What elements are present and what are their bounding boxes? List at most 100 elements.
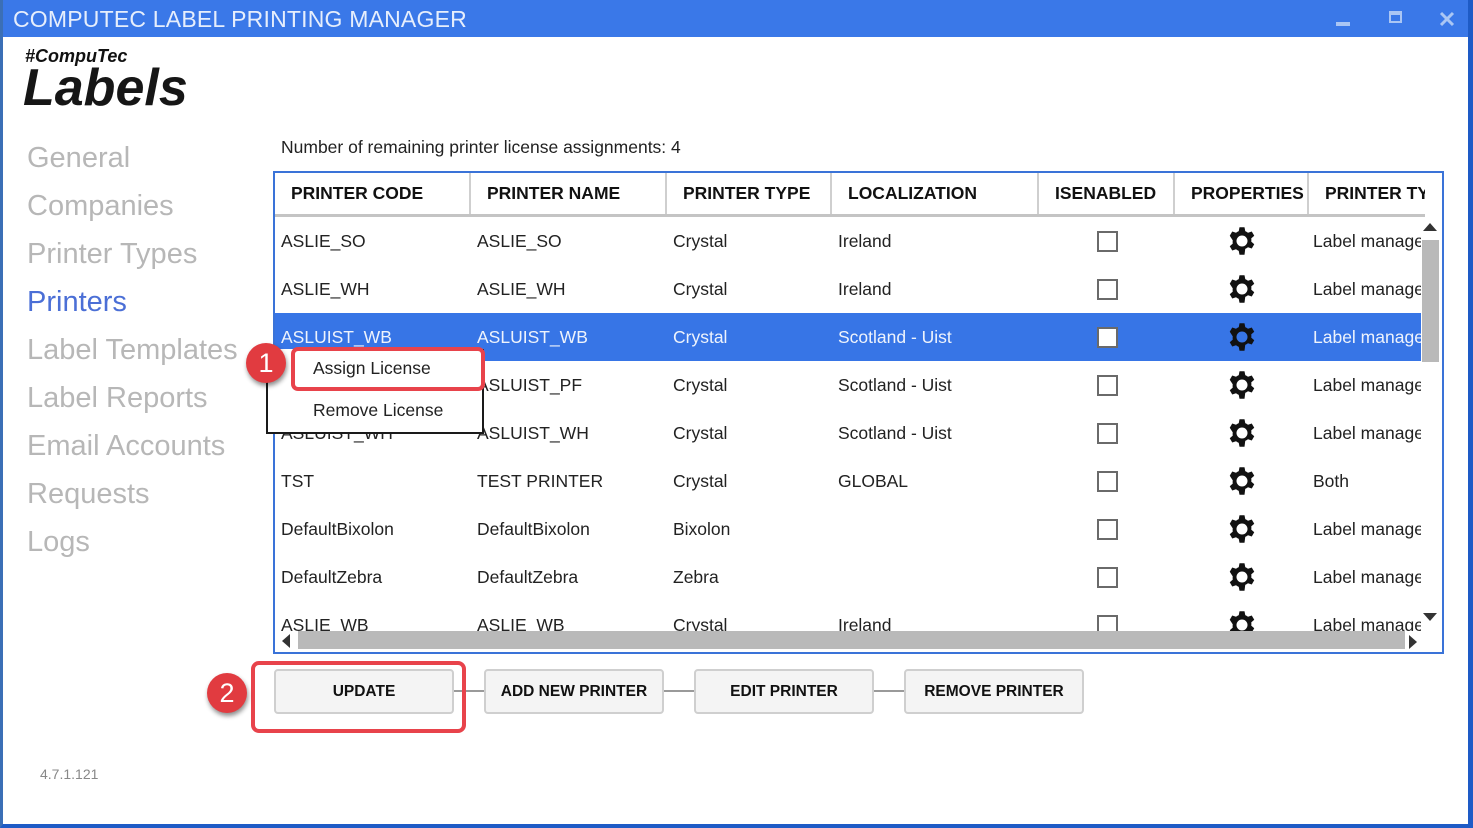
cell-properties — [1175, 553, 1309, 601]
cell-properties — [1175, 217, 1309, 265]
cell-printer-ty: Label manage — [1313, 423, 1421, 443]
sidebar-item-printer-types[interactable]: Printer Types — [27, 234, 238, 282]
isenabled-checkbox[interactable] — [1096, 614, 1118, 631]
table-row[interactable]: ASLIE_SO ASLIE_SO Crystal Ireland Label mana… — [275, 217, 1421, 265]
step-badge-2: 2 — [207, 673, 247, 713]
sidebar-item-requests[interactable]: Requests — [27, 474, 238, 522]
cell-localization: Scotland - Uist — [838, 327, 952, 347]
horizontal-scrollbar[interactable] — [275, 631, 1421, 650]
sidebar-item-email-accounts[interactable]: Email Accounts — [27, 426, 238, 474]
cell-properties — [1175, 457, 1309, 505]
gear-icon[interactable] — [1227, 562, 1257, 592]
button-connector — [454, 690, 484, 692]
menu-item-remove-license[interactable]: Remove License — [313, 400, 443, 421]
table-row[interactable]: TST TEST PRINTER Crystal GLOBAL Both — [275, 457, 1421, 505]
sidebar-item-label-templates[interactable]: Label Templates — [27, 330, 238, 378]
step-badge-1: 1 — [246, 343, 286, 383]
cell-printer-name: DefaultZebra — [477, 567, 579, 587]
cell-printer-type: Crystal — [673, 279, 728, 299]
table-row[interactable]: DefaultZebra DefaultZebra Zebra Label manag… — [275, 553, 1421, 601]
cell-isenabled — [1039, 601, 1175, 631]
cell-printer-name: ASLUIST_WB — [477, 327, 588, 347]
isenabled-checkbox[interactable] — [1096, 326, 1118, 348]
scroll-down-icon[interactable] — [1423, 613, 1437, 621]
vertical-scroll-thumb[interactable] — [1422, 240, 1439, 362]
gear-icon[interactable] — [1227, 274, 1257, 304]
maximize-icon — [1388, 10, 1402, 23]
cell-properties — [1175, 409, 1309, 457]
cell-localization: GLOBAL — [838, 471, 909, 491]
cell-printer-name: ASLIE_WH — [477, 279, 566, 299]
cell-printer-type: Crystal — [673, 615, 728, 631]
cell-localization: Ireland — [838, 231, 892, 251]
close-button[interactable] — [1427, 0, 1467, 37]
scroll-left-icon[interactable] — [282, 634, 290, 648]
cell-printer-type: Crystal — [673, 423, 728, 443]
cell-printer-type: Crystal — [673, 231, 728, 251]
horizontal-scroll-thumb[interactable] — [298, 631, 1405, 649]
edit-printer-button[interactable]: EDIT PRINTER — [694, 669, 874, 714]
column-header-printer-code[interactable]: PRINTER CODE — [275, 173, 471, 214]
cell-localization: Scotland - Uist — [838, 375, 952, 395]
gear-icon[interactable] — [1227, 226, 1257, 256]
vertical-scrollbar[interactable] — [1421, 223, 1440, 623]
add-new-printer-button[interactable]: ADD NEW PRINTER — [484, 669, 664, 714]
license-info: Number of remaining printer license assi… — [281, 137, 681, 157]
gear-icon[interactable] — [1227, 370, 1257, 400]
button-connector — [664, 690, 694, 692]
cell-isenabled — [1039, 265, 1175, 313]
isenabled-checkbox[interactable] — [1096, 278, 1118, 300]
column-header-printer-type[interactable]: PRINTER TYPE — [667, 173, 832, 214]
column-header-properties[interactable]: PROPERTIES — [1175, 173, 1309, 214]
cell-properties — [1175, 265, 1309, 313]
button-connector — [874, 690, 904, 692]
cell-localization: Ireland — [838, 279, 892, 299]
cell-printer-ty: Label manage — [1313, 279, 1421, 299]
column-header-localization[interactable]: LOCALIZATION — [832, 173, 1039, 214]
column-header-isenabled[interactable]: ISENABLED — [1039, 173, 1175, 214]
cell-printer-type: Crystal — [673, 375, 728, 395]
gear-icon[interactable] — [1227, 610, 1257, 631]
column-header-printer-ty[interactable]: PRINTER TY — [1309, 173, 1425, 214]
maximize-button[interactable] — [1375, 0, 1415, 37]
cell-printer-ty: Label manage — [1313, 615, 1421, 631]
cell-isenabled — [1039, 553, 1175, 601]
cell-printer-ty: Label manage — [1313, 519, 1421, 539]
table-row[interactable]: ASLIE_WB ASLIE_WB Crystal Ireland Label mana… — [275, 601, 1421, 631]
cell-localization — [832, 553, 1039, 601]
isenabled-checkbox[interactable] — [1096, 422, 1118, 444]
menu-item-assign-license[interactable]: Assign License — [313, 358, 431, 379]
gear-icon[interactable] — [1227, 466, 1257, 496]
cell-printer-code: ASLIE_WB — [281, 615, 369, 631]
table-row[interactable]: DefaultBixolon DefaultBixolon Bixolon Label… — [275, 505, 1421, 553]
sidebar-item-companies[interactable]: Companies — [27, 186, 238, 234]
cell-printer-type: Bixolon — [673, 519, 731, 539]
cell-printer-name: ASLUIST_PF — [477, 375, 583, 395]
isenabled-checkbox[interactable] — [1096, 566, 1118, 588]
scroll-up-icon[interactable] — [1423, 223, 1437, 231]
sidebar-item-printers[interactable]: Printers — [27, 282, 238, 330]
column-header-printer-name[interactable]: PRINTER NAME — [471, 173, 667, 214]
gear-icon[interactable] — [1227, 322, 1257, 352]
isenabled-checkbox[interactable] — [1096, 518, 1118, 540]
cell-isenabled — [1039, 409, 1175, 457]
title-bar[interactable]: COMPUTEC LABEL PRINTING MANAGER — [3, 0, 1468, 37]
table-row[interactable]: ASLIE_WH ASLIE_WH Crystal Ireland Label mana… — [275, 265, 1421, 313]
sidebar-item-logs[interactable]: Logs — [27, 522, 238, 570]
isenabled-checkbox[interactable] — [1096, 230, 1118, 252]
cell-printer-name: ASLIE_SO — [477, 231, 562, 251]
minimize-button[interactable] — [1323, 0, 1363, 37]
scroll-right-icon[interactable] — [1409, 635, 1417, 649]
cell-printer-ty: Label manage — [1313, 567, 1421, 587]
remove-printer-button[interactable]: REMOVE PRINTER — [904, 669, 1084, 714]
sidebar-item-label-reports[interactable]: Label Reports — [27, 378, 238, 426]
cell-printer-code: ASLIE_SO — [281, 231, 366, 251]
sidebar-item-general[interactable]: General — [27, 138, 238, 186]
cell-printer-ty: Label manage — [1313, 327, 1421, 347]
update-button[interactable]: UPDATE — [274, 669, 454, 714]
gear-icon[interactable] — [1227, 514, 1257, 544]
gear-icon[interactable] — [1227, 418, 1257, 448]
isenabled-checkbox[interactable] — [1096, 374, 1118, 396]
close-icon — [1439, 11, 1455, 26]
isenabled-checkbox[interactable] — [1096, 470, 1118, 492]
